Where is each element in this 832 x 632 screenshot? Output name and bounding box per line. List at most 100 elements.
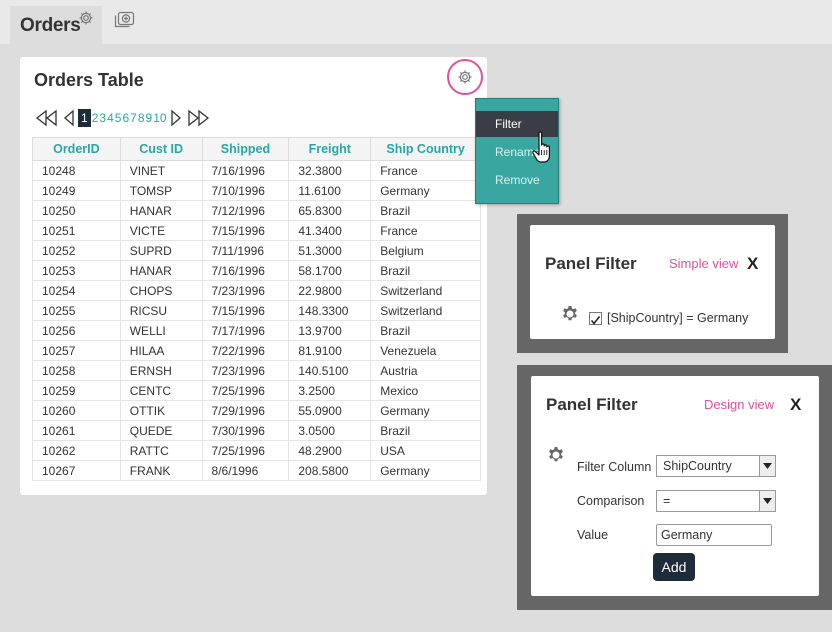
table-row[interactable]: 10249 TOMSP 7/10/1996 11.6100 Germany: [32, 180, 481, 201]
filter-expression: [ShipCountry] = Germany: [607, 311, 749, 325]
table-cell: 10249: [32, 180, 121, 201]
close-button[interactable]: X: [790, 395, 801, 415]
table-cell: 7/23/1996: [201, 280, 290, 301]
page-link[interactable]: 8: [138, 111, 145, 125]
add-tab-icon[interactable]: [113, 9, 137, 29]
menu-item-remove[interactable]: Remove: [476, 167, 558, 193]
comparison-select[interactable]: =: [656, 490, 776, 512]
page-link[interactable]: 5: [115, 111, 122, 125]
page-link[interactable]: 2: [92, 111, 99, 125]
chevron-down-icon: [759, 491, 775, 511]
table-row[interactable]: 10253 HANAR 7/16/1996 58.1700 Brazil: [32, 260, 481, 281]
page-link[interactable]: 9: [146, 111, 153, 125]
simple-filter-frame: Panel Filter Simple view X [ShipCountry]…: [517, 214, 788, 353]
filter-checkbox[interactable]: [589, 312, 602, 325]
table-body: 10248 VINET 7/16/1996 32.3800 France 10249 TOM…: [32, 160, 481, 481]
table-cell: 8/6/1996: [201, 460, 290, 481]
table-cell: 7/22/1996: [201, 340, 290, 361]
table-row[interactable]: 10254 CHOPS 7/23/1996 22.9800 Switzerland: [32, 280, 481, 301]
table-row[interactable]: 10262 RATTC 7/25/1996 48.2900 USA: [32, 440, 481, 461]
table-row[interactable]: 10248 VINET 7/16/1996 32.3800 France: [32, 160, 481, 181]
column-header[interactable]: OrderID: [32, 137, 121, 161]
table-cell: 48.2900: [288, 440, 372, 461]
add-button[interactable]: Add: [653, 553, 695, 581]
table-cell: 22.9800: [288, 280, 372, 301]
table-cell: 10254: [32, 280, 121, 301]
table-cell: 32.3800: [288, 160, 372, 181]
comparison-label: Comparison: [577, 494, 645, 508]
column-header[interactable]: Shipped: [201, 137, 290, 161]
table-cell: HILAA: [119, 340, 203, 361]
table-cell: 41.3400: [288, 220, 372, 241]
table-cell: 10250: [32, 200, 121, 221]
design-view-link[interactable]: Design view: [704, 397, 774, 412]
table-row[interactable]: 10257 HILAA 7/22/1996 81.9100 Venezuela: [32, 340, 481, 361]
table-row[interactable]: 10256 WELLI 7/17/1996 13.9700 Brazil: [32, 320, 481, 341]
table-cell: 3.2500: [288, 380, 372, 401]
chevron-down-icon: [759, 456, 775, 476]
comparison-value: =: [663, 494, 671, 508]
table-header-row: OrderID Cust ID Shipped Freight Ship Country: [32, 137, 481, 161]
table-cell: CENTC: [119, 380, 203, 401]
table-row[interactable]: 10259 CENTC 7/25/1996 3.2500 Mexico: [32, 380, 481, 401]
table-cell: 10259: [32, 380, 121, 401]
table-cell: 7/23/1996: [201, 360, 290, 381]
column-header[interactable]: Ship Country: [370, 137, 481, 161]
page-link[interactable]: 7: [130, 111, 137, 125]
table-cell: France: [370, 160, 481, 181]
page-links: 2345678910: [91, 109, 167, 127]
panel-settings-button[interactable]: [447, 59, 483, 95]
page-link[interactable]: 10: [153, 111, 166, 125]
page-link[interactable]: 3: [99, 111, 106, 125]
table-cell: 7/25/1996: [201, 440, 290, 461]
table-cell: 7/12/1996: [201, 200, 290, 221]
last-page-icon[interactable]: [185, 108, 211, 128]
page-link[interactable]: 6: [122, 111, 129, 125]
column-header[interactable]: Freight: [288, 137, 372, 161]
table-cell: 10257: [32, 340, 121, 361]
close-button[interactable]: X: [747, 254, 758, 274]
prev-page-icon[interactable]: [60, 108, 78, 128]
table-cell: 65.8300: [288, 200, 372, 221]
table-cell: RATTC: [119, 440, 203, 461]
value-input[interactable]: [656, 524, 772, 546]
column-header[interactable]: Cust ID: [119, 137, 203, 161]
table-cell: Austria: [370, 360, 481, 381]
table-cell: 10261: [32, 420, 121, 441]
table-cell: RICSU: [119, 300, 203, 321]
simple-filter-dialog: Panel Filter Simple view X [ShipCountry]…: [530, 225, 775, 339]
current-page[interactable]: 1: [78, 109, 91, 127]
table-cell: Switzerland: [370, 280, 481, 301]
table-cell: 13.9700: [288, 320, 372, 341]
gear-icon[interactable]: [78, 10, 94, 26]
table-cell: 10251: [32, 220, 121, 241]
table-cell: USA: [370, 440, 481, 461]
pager: 1 2345678910: [34, 108, 211, 128]
table-row[interactable]: 10261 QUEDE 7/30/1996 3.0500 Brazil: [32, 420, 481, 441]
filter-column-select[interactable]: ShipCountry: [656, 455, 776, 477]
table-cell: 10252: [32, 240, 121, 261]
table-row[interactable]: 10251 VICTE 7/15/1996 41.3400 France: [32, 220, 481, 241]
table-row[interactable]: 10260 OTTIK 7/29/1996 55.0900 Germany: [32, 400, 481, 421]
gear-icon[interactable]: [547, 446, 565, 464]
panel-title: Orders Table: [34, 70, 144, 90]
table-cell: Switzerland: [370, 300, 481, 321]
table-cell: 140.5100: [288, 360, 372, 381]
table-cell: 10260: [32, 400, 121, 421]
table-row[interactable]: 10252 SUPRD 7/11/1996 51.3000 Belgium: [32, 240, 481, 261]
table-cell: WELLI: [119, 320, 203, 341]
table-cell: 208.5800: [288, 460, 372, 481]
table-cell: 7/25/1996: [201, 380, 290, 401]
table-row[interactable]: 10255 RICSU 7/15/1996 148.3300 Switzerland: [32, 300, 481, 321]
simple-view-link[interactable]: Simple view: [669, 256, 738, 271]
table-row[interactable]: 10250 HANAR 7/12/1996 65.8300 Brazil: [32, 200, 481, 221]
page-link[interactable]: 4: [107, 111, 114, 125]
table-row[interactable]: 10258 ERNSH 7/23/1996 140.5100 Austria: [32, 360, 481, 381]
next-page-icon[interactable]: [167, 108, 185, 128]
first-page-icon[interactable]: [34, 108, 60, 128]
table-cell: 7/29/1996: [201, 400, 290, 421]
table-cell: 10256: [32, 320, 121, 341]
table-row[interactable]: 10267 FRANK 8/6/1996 208.5800 Germany: [32, 460, 481, 481]
gear-icon[interactable]: [561, 305, 579, 323]
table-cell: Mexico: [370, 380, 481, 401]
